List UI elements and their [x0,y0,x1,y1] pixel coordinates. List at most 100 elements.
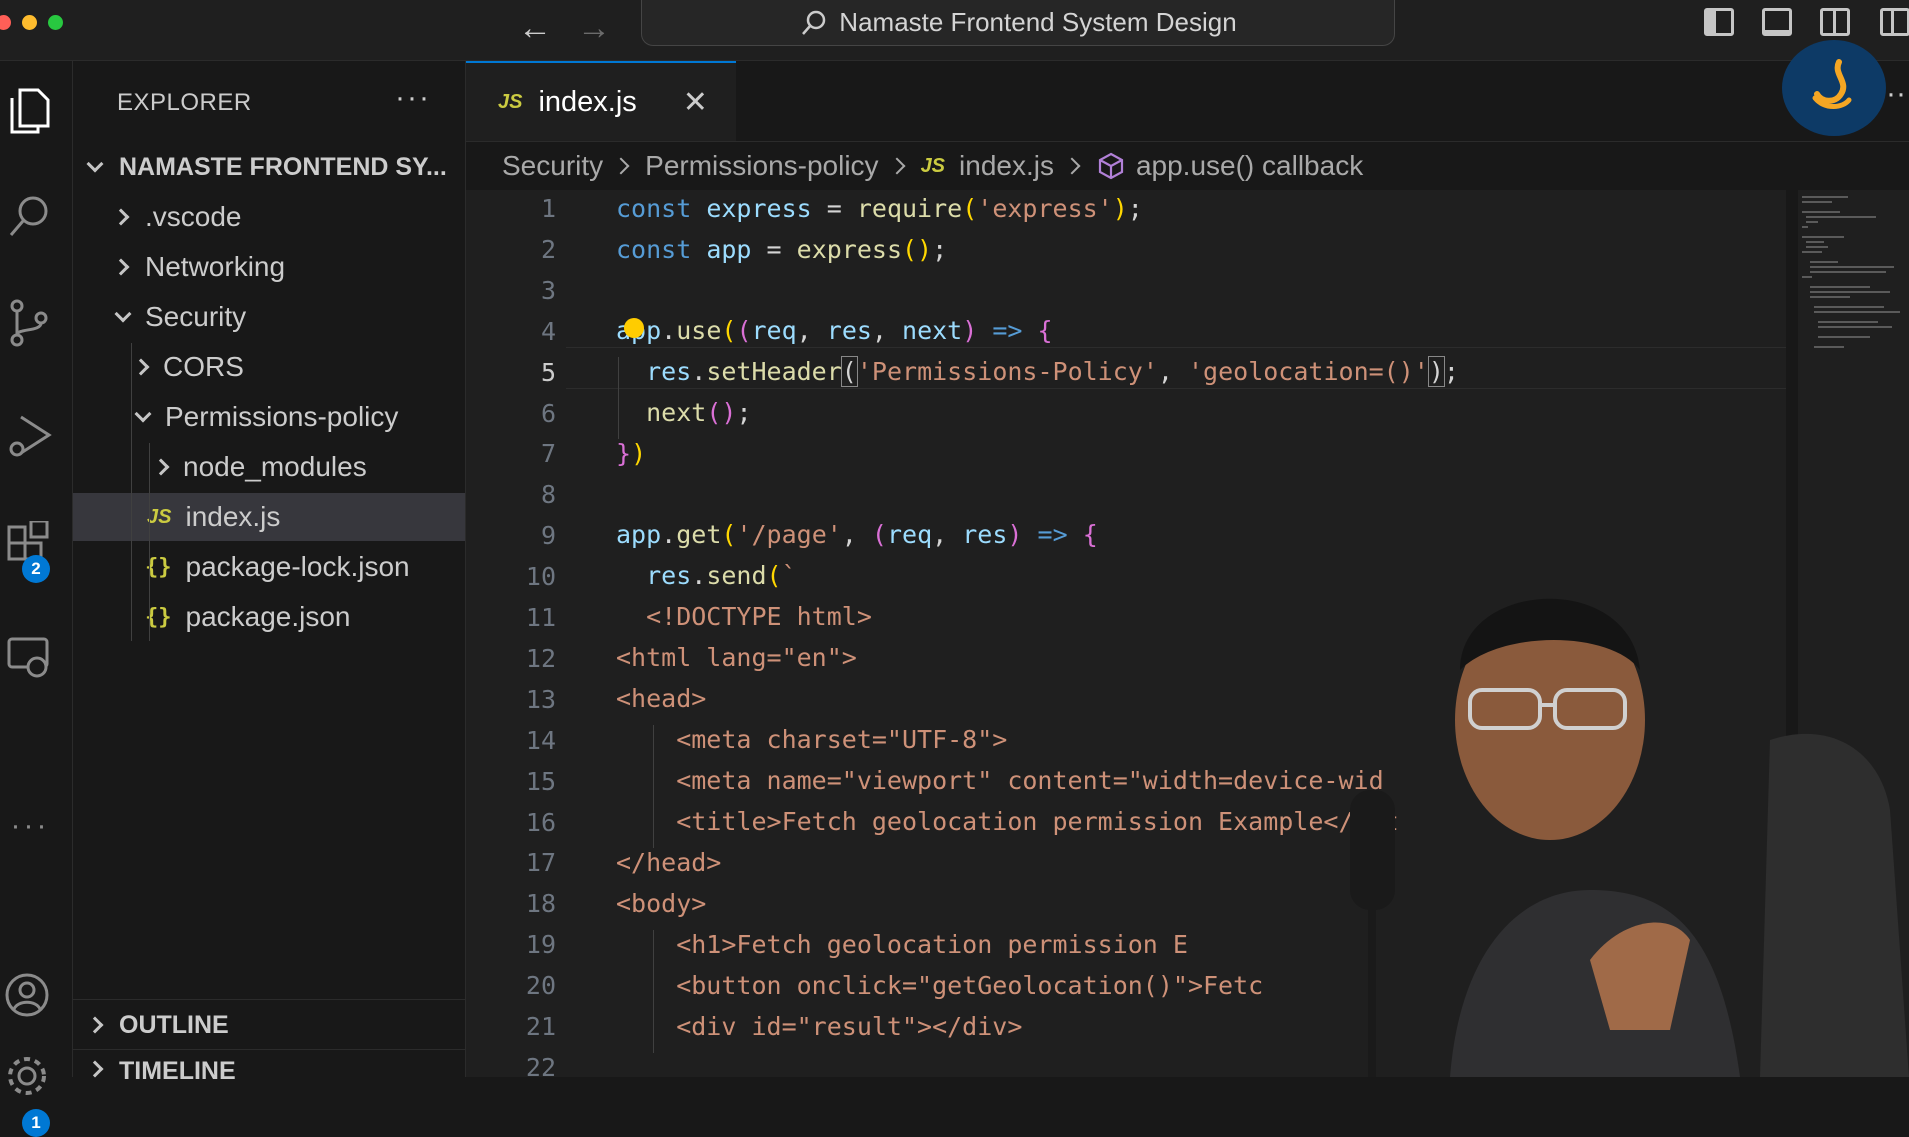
line-number: 20 [525,971,556,1001]
customize-layout-icon[interactable] [1880,8,1909,36]
chevron-down-icon [86,155,104,173]
code-indent-guide [653,725,654,848]
search-icon[interactable] [0,186,60,246]
chevron-down-icon [114,305,132,323]
line-number: 6 [540,398,556,428]
chevron-right-icon [152,458,170,476]
run-debug-icon[interactable] [0,406,60,466]
close-icon[interactable]: ✕ [683,85,708,120]
tree-item-vscode[interactable]: .vscode [73,193,465,241]
project-root-header[interactable]: NAMASTE FRONTEND SY... [73,143,465,191]
account-icon[interactable] [0,965,60,1025]
title-bar: ← → Namaste Frontend System Design [0,0,1909,61]
code-line: <html lang="en"> [616,643,857,672]
code-line: <meta charset="UTF-8"> [616,725,1008,754]
line-number: 22 [525,1052,556,1082]
outline-label: OUTLINE [119,1010,229,1039]
channel-logo [1782,40,1886,136]
line-number: 4 [540,316,556,346]
tree-item-label: Permissions-policy [165,401,399,432]
explorer-more-button[interactable]: ··· [395,81,431,115]
remote-explorer-icon[interactable] [0,626,60,686]
chevron-right-icon [86,1016,104,1034]
line-number: 17 [525,848,556,878]
outline-section-header[interactable]: OUTLINE [73,1001,465,1049]
arrow-right-icon[interactable]: → [577,8,611,48]
source-control-icon[interactable] [0,293,60,353]
line-number: 1 [540,194,556,223]
command-center-label: Namaste Frontend System Design [839,7,1237,37]
code-line: <head> [616,684,707,713]
chevron-right-icon [132,358,150,376]
files-icon[interactable] [0,81,60,141]
more-icon[interactable]: ··· [0,796,60,856]
line-number: 18 [525,889,556,919]
code-line: }) [616,439,647,468]
gear-icon[interactable] [0,1046,60,1106]
maximize-window-button[interactable] [48,15,63,30]
code-line: <button onclick="getGeolocation()">Fetc [616,971,1264,1000]
timeline-label: TIMELINE [119,1057,236,1085]
code-line: <h1>Fetch geolocation permission E [616,930,1188,959]
code-line: <meta name="viewport" content="width=dev… [616,766,1384,795]
line-number: 13 [525,684,556,714]
breadcrumb-item[interactable]: index.js [959,150,1054,182]
line-number: 8 [540,480,556,510]
tab-index-js[interactable]: JS index.js ✕ [466,61,736,141]
tree-item-security[interactable]: Security [73,293,465,341]
chevron-right-icon [112,258,130,276]
js-file-icon: JS [147,505,172,528]
code-line: const app = express(); [616,235,948,264]
code-line: res.send(` [646,561,797,590]
chevron-right-icon [1063,157,1081,175]
search-icon [802,10,826,35]
tree-item-label: package-lock.json [185,551,410,582]
tree-indent-guide [149,443,150,641]
chevron-down-icon [134,405,152,423]
code-line: app.get('/page', (req, res) => { [616,520,1098,549]
code-indent-guide [653,930,654,1053]
toggle-primary-sidebar-icon[interactable] [1704,8,1734,36]
code-line: app.use((req, res, next) => { [616,316,1053,345]
chevron-right-icon [612,157,630,175]
chevron-right-icon [86,1060,104,1078]
breadcrumb-item[interactable]: Security [502,150,603,182]
close-window-button[interactable] [0,15,11,30]
explorer-sidebar: EXPLORER ··· NAMASTE FRONTEND SY... .vsc… [73,61,466,1085]
tree-item-label: .vscode [145,201,242,232]
line-number: 15 [525,766,556,796]
toggle-secondary-sidebar-icon[interactable] [1820,8,1850,36]
editor-tab-bar: JS index.js ✕ ··· [466,61,1909,142]
line-number: 3 [540,275,556,305]
line-number: 10 [525,562,556,592]
tree-item-label: CORS [163,351,244,382]
breadcrumb: Security Permissions-policy JS index.js … [502,146,1363,186]
tree-item-label: package.json [185,601,351,632]
tree-item-label: Networking [145,251,286,282]
lightbulb-icon[interactable] [624,318,644,338]
extensions-badge: 2 [22,555,50,583]
line-number: 19 [525,930,556,960]
code-line: <title>Fetch geolocation permission Exam… [616,807,1399,836]
command-center-search[interactable]: Namaste Frontend System Design [641,0,1395,46]
activity-bar: 2 ··· 1 [0,61,73,1137]
code-line: </head> [616,848,722,877]
arrow-left-icon[interactable]: ← [518,8,552,48]
code-line: <!DOCTYPE html> [616,602,872,631]
tree-item-label: node_modules [183,451,367,482]
breadcrumb-item[interactable]: app.use() callback [1136,150,1363,182]
line-number: 9 [540,521,556,551]
breadcrumb-item[interactable]: Permissions-policy [645,150,878,182]
presenter-video-overlay [1290,560,1909,1077]
tree-item-networking[interactable]: Networking [73,243,465,291]
manage-badge: 1 [22,1109,50,1137]
code-indent-guide [618,357,619,439]
code-line: next(); [646,398,752,427]
minimize-window-button[interactable] [22,15,37,30]
toggle-panel-icon[interactable] [1762,8,1792,36]
chevron-right-icon [112,208,130,226]
line-number: 21 [525,1012,556,1041]
section-divider [73,1049,465,1050]
line-number: 12 [525,643,556,673]
line-number: 11 [525,603,556,632]
